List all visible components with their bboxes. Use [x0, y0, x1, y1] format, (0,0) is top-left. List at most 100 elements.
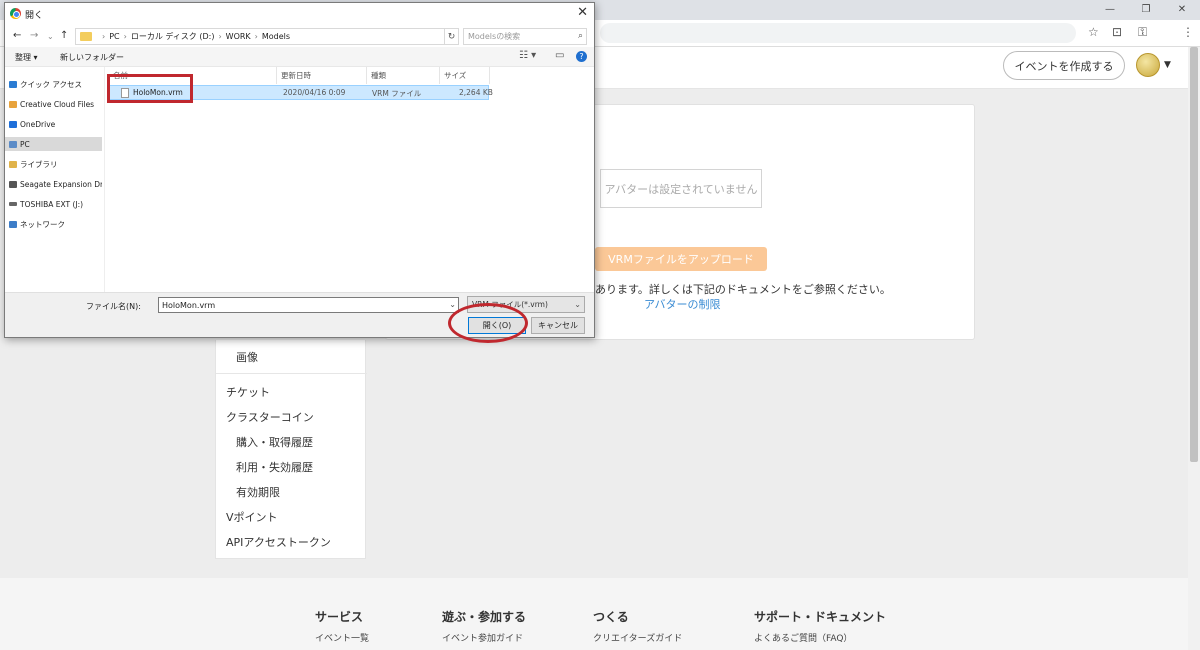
navigation-pane: クイック アクセス Creative Cloud Files OneDrive … [5, 67, 105, 292]
sidebar-item-purchase-history[interactable]: 購入・取得履歴 [236, 434, 313, 450]
annotation-highlight-ellipse [448, 303, 528, 343]
annotation-highlight-box [107, 74, 193, 103]
close-window-icon[interactable]: ✕ [1164, 0, 1200, 18]
chevron-down-icon[interactable]: ⌄ [449, 300, 456, 309]
preview-pane-icon[interactable]: ▭ [555, 50, 564, 61]
footer-link-guide[interactable]: イベント参加ガイド [442, 631, 523, 644]
new-folder-button[interactable]: 新しいフォルダー [60, 52, 124, 63]
back-arrow-icon[interactable]: ← [13, 30, 21, 41]
dialog-toolbar: 整理 ▾ 新しいフォルダー ☷ ▾ ▭ ? [5, 47, 594, 67]
star-icon [9, 80, 17, 88]
nav-item-label: OneDrive [20, 119, 56, 129]
sidebar-item-expiry[interactable]: 有効期限 [236, 484, 280, 500]
breadcrumb[interactable]: › PC › ローカル ディスク (D:) › WORK › Models [75, 28, 445, 45]
nav-item-creative-cloud[interactable]: Creative Cloud Files [5, 97, 102, 111]
sidebar-item-api-token[interactable]: APIアクセストークン [226, 534, 331, 550]
filename-value: HoloMon.vrm [162, 300, 216, 310]
up-arrow-icon[interactable]: ↑ [60, 30, 68, 41]
nav-item-label: Creative Cloud Files [20, 99, 95, 109]
key-icon[interactable]: ⚿ [1138, 25, 1147, 40]
breadcrumb-item-models[interactable]: Models [262, 32, 290, 41]
computer-icon [9, 140, 17, 148]
chevron-right-icon: › [123, 32, 127, 41]
forward-arrow-icon[interactable]: → [30, 30, 38, 41]
search-input[interactable]: Modelsの検索 ⌕ [463, 28, 587, 45]
document-note: あります。詳しくは下記のドキュメントをご参照ください。 [595, 283, 891, 296]
history-dropdown-icon[interactable]: ⌄ [47, 32, 54, 41]
library-icon [9, 160, 17, 168]
address-bar[interactable] [600, 23, 1076, 43]
menu-icon[interactable]: ⋮ [1182, 25, 1194, 39]
sidebar-item-vpoint[interactable]: Vポイント [226, 509, 278, 525]
upload-vrm-button[interactable]: VRMファイルをアップロード [595, 247, 767, 271]
help-icon[interactable]: ? [576, 51, 587, 62]
chevron-down-icon: ▼ [1164, 60, 1171, 70]
footer-heading-play: 遊ぶ・参加する [442, 610, 527, 624]
nav-item-label: Seagate Expansion Dr [20, 179, 102, 189]
footer-heading-service: サービス [315, 610, 364, 624]
chrome-icon [10, 8, 21, 19]
nav-item-quick-access[interactable]: クイック アクセス [5, 77, 102, 91]
dialog-title: 開く [25, 11, 44, 21]
breadcrumb-item-drive[interactable]: ローカル ディスク (D:) [131, 31, 215, 42]
network-icon [9, 220, 17, 228]
sidebar-item-usage-history[interactable]: 利用・失効履歴 [236, 459, 313, 475]
nav-item-label: TOSHIBA EXT (J:) [20, 199, 84, 209]
avatar-limits-link[interactable]: アバターの制限 [644, 296, 721, 312]
sidebar-item-image[interactable]: 画像 [236, 349, 258, 365]
nav-item-library[interactable]: ライブラリ [5, 157, 102, 171]
footer-link-events[interactable]: イベント一覧 [315, 631, 369, 644]
user-menu[interactable]: ▼ [1136, 53, 1171, 77]
organize-menu[interactable]: 整理 ▾ [15, 52, 38, 63]
nav-item-label: PC [20, 139, 30, 149]
creative-cloud-icon [9, 100, 17, 108]
avatar[interactable] [1136, 53, 1160, 77]
drive-icon [9, 180, 17, 188]
chevron-right-icon: › [254, 32, 258, 41]
create-event-button[interactable]: イベントを作成する [1003, 51, 1125, 80]
chevron-right-icon: › [218, 32, 222, 41]
restore-icon[interactable]: ❐ [1128, 0, 1164, 18]
column-header-size[interactable]: サイズ [440, 67, 490, 84]
nav-item-onedrive[interactable]: OneDrive [5, 117, 102, 131]
minimize-icon[interactable]: — [1092, 0, 1128, 18]
dialog-nav-row: ← → ⌄ ↑ › PC › ローカル ディスク (D:) › WORK › M… [5, 25, 594, 47]
side-navigation: 画像 チケット クラスターコイン 購入・取得履歴 利用・失効履歴 有効期限 Vポ… [215, 340, 367, 559]
cancel-button[interactable]: キャンセル [531, 317, 585, 334]
breadcrumb-item-pc[interactable]: PC [109, 32, 119, 41]
folder-icon [80, 32, 92, 41]
refresh-icon[interactable]: ↻ [445, 28, 459, 45]
chevron-right-icon: › [102, 32, 106, 41]
dialog-titlebar[interactable]: 開く ✕ [5, 3, 594, 25]
nav-item-network[interactable]: ネットワーク [5, 217, 102, 231]
bookmark-star-icon[interactable]: ☆ [1088, 25, 1099, 39]
window-controls: — ❐ ✕ [1092, 0, 1200, 18]
column-header-modified[interactable]: 更新日時 [277, 67, 367, 84]
avatar-placeholder: アバターは設定されていません [600, 169, 762, 208]
column-header-type[interactable]: 種類 [367, 67, 440, 84]
extension-icon[interactable]: ⊡ [1112, 25, 1122, 39]
nav-item-toshiba[interactable]: TOSHIBA EXT (J:) [5, 197, 102, 211]
search-icon: ⌕ [577, 31, 583, 41]
search-placeholder: Modelsの検索 [468, 32, 521, 41]
site-footer: サービス イベント一覧 遊ぶ・参加する イベント参加ガイド つくる クリエイター… [0, 578, 1188, 650]
footer-link-creators[interactable]: クリエイターズガイド [593, 631, 682, 644]
cloud-icon [9, 120, 17, 128]
sidebar-item-coin[interactable]: クラスターコイン [226, 409, 314, 425]
nav-item-label: ライブラリ [20, 159, 58, 169]
nav-item-seagate[interactable]: Seagate Expansion Dr [5, 177, 102, 191]
nav-item-pc[interactable]: PC [5, 137, 102, 151]
file-modified: 2020/04/16 0:09 [283, 88, 346, 97]
nav-item-label: ネットワーク [20, 219, 65, 229]
breadcrumb-item-work[interactable]: WORK [226, 32, 251, 41]
close-icon[interactable]: ✕ [577, 5, 588, 20]
footer-link-faq[interactable]: よくあるご質問（FAQ） [754, 631, 852, 644]
filename-label: ファイル名(N): [86, 302, 141, 311]
footer-heading-support: サポート・ドキュメント [754, 610, 887, 624]
footer-heading-create: つくる [593, 610, 629, 624]
filename-field[interactable]: HoloMon.vrm ⌄ [158, 297, 459, 313]
scroll-thumb[interactable] [1190, 47, 1198, 462]
view-options-icon[interactable]: ☷ ▾ [519, 50, 536, 61]
sidebar-item-ticket[interactable]: チケット [226, 384, 270, 400]
page-scrollbar[interactable] [1188, 47, 1200, 650]
